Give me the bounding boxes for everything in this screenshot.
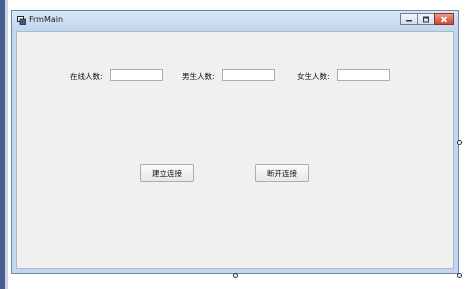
male-count-field[interactable]: [222, 69, 275, 81]
female-count-field[interactable]: [337, 69, 390, 81]
maximize-icon: [423, 16, 429, 22]
designer-left-edge-highlight: [5, 0, 8, 289]
close-icon: [440, 15, 448, 23]
window-title: FrmMain: [29, 15, 64, 24]
online-count-label: 在线人数:: [70, 72, 103, 81]
male-count-label: 男生人数:: [182, 72, 215, 81]
minimize-icon: [406, 20, 412, 22]
resize-handle-right[interactable]: [457, 140, 462, 145]
resize-handle-corner[interactable]: [457, 273, 462, 278]
online-count-field[interactable]: [110, 69, 163, 81]
close-button[interactable]: [434, 13, 454, 25]
form-window-icon: [17, 16, 26, 25]
female-count-label: 女生人数:: [297, 72, 330, 81]
window-controls: [400, 13, 454, 27]
form-window[interactable]: FrmMain 在线人数: 男生人数: 女生人数: 建立连接 断开连接: [11, 10, 459, 274]
connect-button[interactable]: 建立连接: [140, 164, 194, 182]
form-client-area: 在线人数: 男生人数: 女生人数: 建立连接 断开连接: [16, 31, 454, 269]
minimize-button[interactable]: [400, 13, 418, 25]
title-bar[interactable]: FrmMain: [12, 11, 458, 31]
disconnect-button[interactable]: 断开连接: [255, 164, 309, 182]
resize-handle-bottom[interactable]: [233, 273, 238, 278]
maximize-button[interactable]: [417, 13, 435, 25]
